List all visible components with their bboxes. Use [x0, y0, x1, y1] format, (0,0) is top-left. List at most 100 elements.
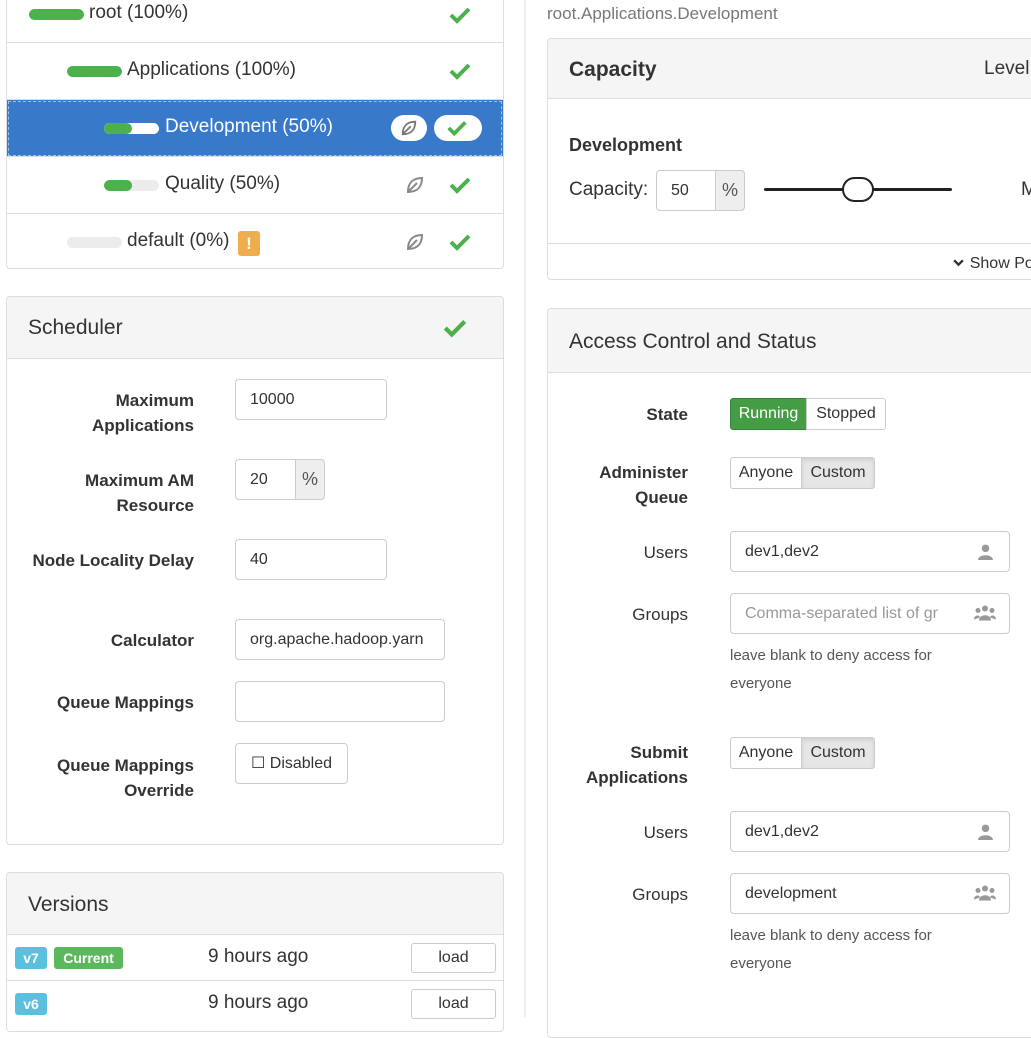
capacity-panel: Capacity Level Development Capacity: 50 …	[547, 38, 1031, 280]
group-icon	[974, 885, 996, 901]
panel-title: Versions	[28, 893, 109, 916]
submit-applications-label: Submit Applications	[585, 743, 688, 787]
calculator-label: Calculator	[110, 631, 194, 650]
check-icon	[443, 320, 467, 338]
submit-groups-label: Groups	[632, 885, 688, 904]
override-toggle-button[interactable]: ☐ Disabled	[235, 743, 348, 784]
calculator-input[interactable]: org.apache.hadoop.yarn	[235, 619, 445, 660]
version-tag: v7	[15, 947, 47, 969]
breadcrumb: root.Applications.Development	[547, 4, 778, 23]
chevron-down-icon	[953, 259, 964, 267]
queue-mappings-input[interactable]	[235, 681, 445, 722]
level-label: Level	[984, 58, 1030, 79]
version-row: v6 9 hours ago load	[7, 981, 503, 1027]
leaf-icon[interactable]	[405, 175, 425, 195]
capacity-label: Capacity:	[569, 179, 649, 200]
panel-header: Capacity Level	[548, 39, 1031, 99]
queue-row-root[interactable]: root (100%)	[7, 0, 503, 43]
leaf-icon	[401, 120, 417, 136]
submit-users-input[interactable]: dev1,dev2	[730, 811, 1010, 852]
admin-groups-input[interactable]: Comma-separated list of gr	[730, 593, 1010, 634]
queue-label: Development (50%)	[165, 116, 333, 137]
load-button[interactable]: load	[411, 989, 496, 1019]
administer-custom-button[interactable]: Custom	[801, 457, 875, 489]
capacity-bar	[104, 123, 159, 134]
show-more-link[interactable]: Show Po	[952, 253, 1031, 273]
queue-row-development[interactable]: Development (50%)	[7, 100, 503, 157]
version-row: v7 Current 9 hours ago load	[7, 935, 503, 981]
submit-anyone-button[interactable]: Anyone	[730, 737, 802, 769]
check-icon	[449, 7, 471, 24]
panel-header: Scheduler	[7, 297, 503, 359]
max-apps-label: Maximum Applications	[91, 391, 194, 435]
load-button[interactable]: load	[411, 943, 496, 973]
capacity-bar	[29, 9, 84, 20]
state-label: State	[646, 405, 688, 424]
submit-custom-button[interactable]: Custom	[801, 737, 875, 769]
submit-users-label: Users	[643, 823, 688, 842]
user-icon	[978, 544, 993, 560]
capacity-bar-fill	[29, 9, 84, 20]
locality-input[interactable]: 40	[235, 539, 387, 580]
divider	[548, 243, 1031, 244]
capacity-bar	[67, 237, 122, 248]
locality-label: Node Locality Delay	[32, 551, 194, 570]
check-icon[interactable]	[447, 229, 473, 255]
queue-label: root (100%)	[89, 2, 189, 23]
queue-label: default (0%)	[127, 230, 230, 251]
version-time: 9 hours ago	[208, 992, 309, 1013]
panel-title: Access Control and Status	[569, 330, 817, 353]
warning-badge: !	[238, 231, 260, 256]
check-icon[interactable]	[447, 172, 473, 198]
check-icon	[447, 121, 467, 137]
capacity-bar	[67, 66, 122, 77]
max-apps-input[interactable]: 10000	[235, 379, 387, 420]
scheduler-panel: Scheduler Maximum Applications 10000 Max…	[6, 296, 504, 845]
max-capacity-label: M	[1021, 179, 1031, 201]
panel-header: Versions	[7, 873, 503, 935]
show-more-label: Show Po	[969, 255, 1031, 272]
queue-row-quality[interactable]: Quality (50%)	[7, 157, 503, 214]
leaf-icon[interactable]	[405, 232, 425, 252]
user-icon	[978, 824, 993, 840]
state-running-button[interactable]: Running	[730, 398, 807, 430]
administer-anyone-button[interactable]: Anyone	[730, 457, 802, 489]
capacity-bar-fill	[104, 123, 132, 134]
percent-addon: %	[715, 170, 745, 211]
admin-help-text: leave blank to deny access for everyone	[730, 647, 932, 692]
access-panel: Access Control and Status State Running …	[547, 308, 1031, 1038]
admin-users-label: Users	[643, 543, 688, 562]
max-am-label: Maximum AM Resource	[85, 471, 194, 515]
queue-row-applications[interactable]: Applications (100%)	[7, 43, 503, 100]
submit-help-text: leave blank to deny access for everyone	[730, 927, 932, 972]
group-icon	[974, 605, 996, 621]
queue-label: Applications (100%)	[127, 59, 296, 80]
capacity-bar	[104, 180, 159, 191]
administer-queue-label: Administer Queue	[599, 463, 688, 507]
admin-users-input[interactable]: dev1,dev2	[730, 531, 1010, 572]
max-am-input[interactable]: 20	[235, 459, 296, 500]
admin-groups-label: Groups	[632, 605, 688, 624]
panel-header: Access Control and Status	[548, 309, 1031, 373]
submit-groups-input[interactable]: development	[730, 873, 1010, 914]
capacity-input[interactable]: 50	[656, 170, 716, 211]
check-toggle[interactable]	[434, 115, 482, 141]
queue-label: Quality (50%)	[165, 173, 281, 194]
version-time: 9 hours ago	[208, 946, 309, 967]
version-tag: v6	[15, 993, 47, 1015]
capacity-slider-handle[interactable]	[842, 177, 874, 202]
queue-mappings-label: Queue Mappings	[57, 693, 194, 712]
percent-addon: %	[295, 459, 325, 500]
column-divider	[524, 0, 526, 1017]
current-badge: Current	[54, 947, 123, 969]
panel-title: Scheduler	[28, 316, 123, 339]
queue-name: Development	[569, 135, 683, 155]
queue-tree: root (100%) Applications (100%) Developm…	[6, 0, 504, 269]
leaf-toggle[interactable]	[391, 115, 427, 141]
capacity-bar-fill	[67, 66, 122, 77]
panel-title: Capacity	[569, 58, 657, 81]
queue-row-default[interactable]: default (0%) !	[7, 214, 503, 271]
state-stopped-button[interactable]: Stopped	[806, 398, 886, 430]
capacity-bar-fill	[104, 180, 132, 191]
override-label: Queue Mappings Override	[57, 756, 194, 800]
